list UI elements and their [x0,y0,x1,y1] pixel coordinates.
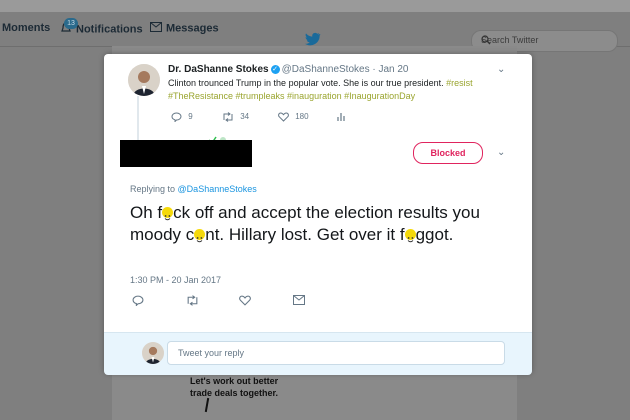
tweet-date[interactable]: · Jan 20 [372,64,408,75]
retweet-button[interactable]: 34 [222,112,249,124]
avatar[interactable] [128,64,160,96]
twitter-logo-icon[interactable] [303,32,321,46]
direct-message-button[interactable] [293,295,305,308]
analytics-button[interactable] [336,112,346,124]
reply-button[interactable] [132,295,144,309]
browser-top-strip [0,0,630,12]
background-image-caption: Let's work out better trade deals togeth… [190,375,278,399]
reply-text-part-1: Oh f [130,203,163,222]
smiley-emoji-icon [194,228,206,242]
reply-tweet-text: Oh f ck off and accept the election resul… [130,202,500,246]
nav-moments[interactable]: Moments [2,22,50,34]
hashtag-resist[interactable]: #resist [446,78,473,88]
replying-handle-link[interactable]: @DaShanneStokes [178,184,257,194]
reply-timestamp[interactable]: 1:30 PM - 20 Jan 2017 [130,275,221,285]
replying-to: Replying to @DaShanneStokes [130,184,257,194]
retweet-count: 34 [240,112,250,121]
original-tweet-header: Dr. DaShanne Stokes ✓ @DaShanneStokes · Ja… [168,64,409,75]
tweet-detail-modal: Dr. DaShanne Stokes ✓ @DaShanneStokes · Ja… [104,54,532,375]
reply-icon [171,112,182,123]
verified-icon: ✓ [270,64,280,74]
blocked-button[interactable]: Blocked [413,142,483,164]
smiley-emoji-icon [404,228,416,242]
envelope-icon [150,22,162,35]
reply-composer: Tweet your reply [104,332,532,375]
reply-text-part-4: ggot. [415,225,454,244]
hashtags[interactable]: #TheResistance #trumpleaks #inauguration… [168,91,415,101]
author-name[interactable]: Dr. DaShanne Stokes [168,64,269,75]
tweet-reply-input[interactable]: Tweet your reply [167,341,505,365]
nav-messages-label: Messages [166,22,219,35]
retweet-icon [187,295,198,306]
notifications-badge: 13 [64,18,78,29]
redacted-author-block [120,140,252,167]
reply-icon [132,295,144,307]
caption-line-2: trade deals together. [190,388,279,398]
nav-notifications-label: Notifications [76,23,143,36]
like-count: 180 [295,112,309,121]
original-tweet-text: Clinton trounced Trump in the popular vo… [168,77,498,103]
like-button[interactable]: 180 [278,112,309,124]
reply-text-part-3: nt. Hillary lost. Get over it f [205,225,405,244]
nav-messages[interactable]: Messages [150,22,219,35]
retweet-icon [223,112,233,122]
replying-prefix: Replying to [130,184,176,194]
chevron-down-icon[interactable]: ⌄ [497,147,505,158]
avatar[interactable] [142,342,164,364]
chevron-down-icon[interactable]: ⌄ [497,64,505,75]
analytics-icon [337,113,345,121]
like-button[interactable] [239,295,251,309]
smiley-emoji-icon [162,206,174,220]
top-navigation: Moments Notifications 13 Messages Search… [0,12,630,52]
envelope-icon [293,295,305,305]
tweet-body: Clinton trounced Trump in the popular vo… [168,78,444,88]
reply-button[interactable]: 9 [171,112,193,124]
reply-count: 9 [188,112,193,121]
author-handle[interactable]: @DaShanneStokes [282,64,370,75]
nav-moments-label: Moments [2,22,51,34]
caption-line-1: Let's work out better [190,376,279,386]
heart-icon [278,112,289,122]
thread-connector [137,96,139,140]
retweet-button[interactable] [186,295,199,309]
heart-icon [239,295,251,306]
